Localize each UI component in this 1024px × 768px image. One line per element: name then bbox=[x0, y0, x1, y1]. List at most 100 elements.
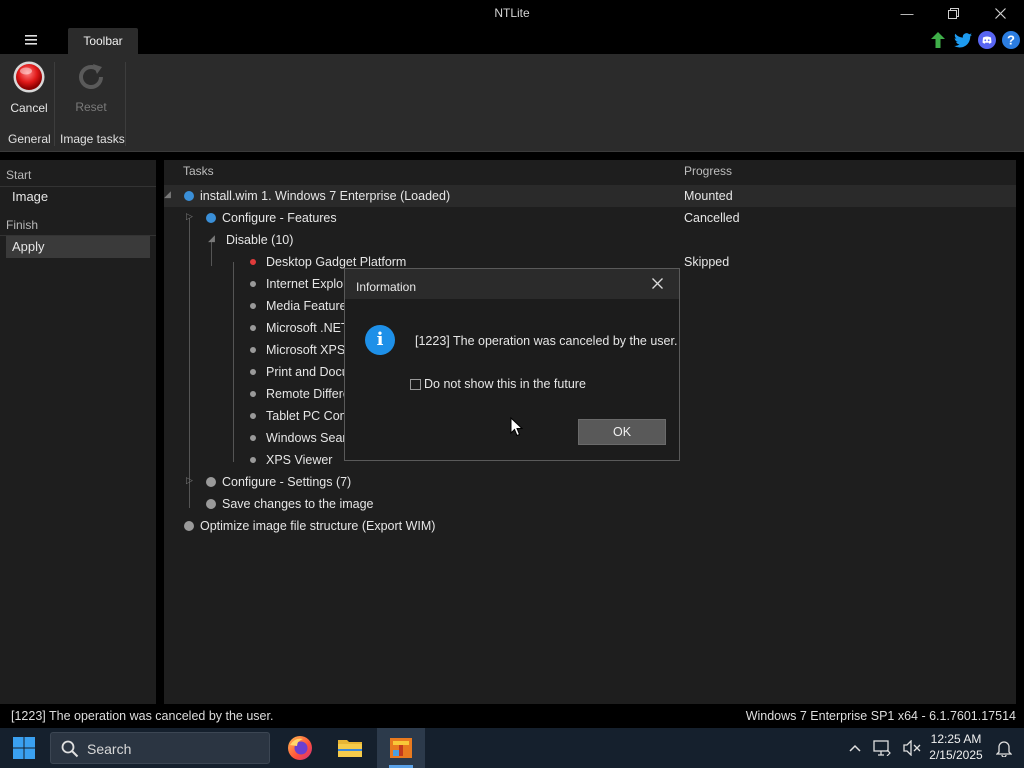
taskbar-firefox[interactable] bbox=[276, 728, 324, 768]
close-icon bbox=[652, 278, 663, 289]
status-dot-icon bbox=[250, 457, 256, 463]
sidebar-item-image[interactable]: Image bbox=[6, 186, 150, 208]
do-not-show-label[interactable]: Do not show this in the future bbox=[424, 377, 586, 391]
dialog-title: Information bbox=[356, 280, 417, 294]
close-icon bbox=[994, 7, 1006, 19]
notifications-button[interactable] bbox=[994, 738, 1014, 758]
sidebar-header-finish: Finish bbox=[6, 218, 39, 232]
status-dot-icon bbox=[250, 325, 256, 331]
title-bar: NTLite — bbox=[0, 0, 1024, 26]
task-label: XPS Viewer bbox=[266, 453, 333, 467]
sidebar-item-apply[interactable]: Apply bbox=[6, 236, 150, 258]
menu-button[interactable] bbox=[20, 32, 42, 48]
task-progress: Mounted bbox=[684, 189, 733, 203]
task-label: Media Features bbox=[266, 299, 353, 313]
taskbar: Search 12:25 AM 2/15/2025 bbox=[0, 728, 1024, 768]
status-dot-icon bbox=[250, 413, 256, 419]
search-icon bbox=[61, 740, 79, 758]
mouse-cursor-icon bbox=[510, 417, 523, 437]
status-dot-icon bbox=[206, 477, 216, 487]
restore-button[interactable] bbox=[930, 0, 976, 26]
windows-logo-icon bbox=[13, 737, 35, 759]
task-label: Desktop Gadget Platform bbox=[266, 255, 407, 269]
task-row[interactable]: ▷ Configure - Features Cancelled bbox=[164, 207, 1016, 229]
hamburger-icon bbox=[25, 35, 37, 45]
status-dot-icon bbox=[250, 369, 256, 375]
do-not-show-checkbox[interactable] bbox=[410, 379, 421, 390]
task-row[interactable]: ◢ install.wim 1. Windows 7 Enterprise (L… bbox=[164, 185, 1016, 207]
discord-button[interactable] bbox=[977, 30, 997, 50]
arrow-up-icon bbox=[931, 32, 945, 48]
network-icon bbox=[873, 740, 891, 756]
ribbon-tab-row: Toolbar ? bbox=[0, 26, 1024, 54]
task-label: Configure - Settings (7) bbox=[222, 475, 352, 489]
status-image-info: Windows 7 Enterprise SP1 x64 - 6.1.7601.… bbox=[745, 709, 1016, 723]
column-header-progress[interactable]: Progress bbox=[684, 164, 732, 178]
taskbar-ntlite[interactable] bbox=[377, 728, 425, 768]
task-label: Save changes to the image bbox=[222, 497, 374, 511]
expand-icon[interactable]: ▷ bbox=[186, 211, 193, 222]
restore-icon bbox=[947, 7, 959, 19]
cancel-button[interactable]: Cancel bbox=[1, 58, 57, 118]
tray-overflow-button[interactable] bbox=[845, 738, 865, 758]
reset-label: Reset bbox=[75, 100, 107, 114]
task-label: Disable (10) bbox=[226, 233, 294, 247]
status-dot-icon bbox=[206, 213, 216, 223]
tray-volume-button[interactable] bbox=[902, 738, 922, 758]
group-image-tasks-label: Image tasks bbox=[60, 132, 125, 146]
ok-button[interactable]: OK bbox=[578, 419, 666, 445]
firefox-icon bbox=[288, 736, 312, 760]
taskbar-file-explorer[interactable] bbox=[326, 728, 374, 768]
task-row[interactable]: ▷ Configure - Settings (7) bbox=[164, 471, 1016, 493]
taskbar-clock[interactable]: 12:25 AM 2/15/2025 bbox=[926, 731, 986, 763]
status-bar: [1223] The operation was canceled by the… bbox=[0, 704, 1024, 728]
dialog-close-button[interactable] bbox=[652, 273, 663, 294]
status-message: [1223] The operation was canceled by the… bbox=[11, 709, 274, 723]
discord-icon bbox=[978, 31, 996, 49]
task-progress: Skipped bbox=[684, 255, 730, 269]
minimize-icon: — bbox=[900, 5, 914, 21]
bell-icon bbox=[996, 741, 1012, 757]
ribbon-separator bbox=[54, 62, 55, 146]
help-icon: ? bbox=[1002, 31, 1020, 49]
task-row[interactable]: Optimize image file structure (Export WI… bbox=[164, 515, 1016, 537]
expand-icon[interactable]: ▷ bbox=[186, 475, 193, 486]
svg-text:?: ? bbox=[1007, 33, 1015, 48]
close-button[interactable] bbox=[977, 0, 1023, 26]
window-title: NTLite bbox=[494, 6, 530, 20]
column-header-tasks[interactable]: Tasks bbox=[183, 164, 214, 178]
update-button[interactable] bbox=[928, 30, 948, 50]
ribbon-separator bbox=[125, 62, 126, 146]
start-button[interactable] bbox=[0, 728, 48, 768]
tray-network-button[interactable] bbox=[872, 738, 892, 758]
stop-icon bbox=[13, 61, 45, 93]
group-general-label: General bbox=[8, 132, 51, 146]
collapse-icon[interactable]: ◢ bbox=[164, 189, 171, 200]
ribbon: Cancel Reset General Image tasks bbox=[0, 54, 1024, 152]
collapse-icon[interactable]: ◢ bbox=[208, 233, 215, 244]
reset-button[interactable]: Reset bbox=[63, 58, 119, 118]
task-label: Optimize image file structure (Export WI… bbox=[200, 519, 436, 533]
info-icon: i bbox=[365, 325, 395, 355]
status-dot-icon bbox=[250, 303, 256, 309]
dialog-message: [1223] The operation was canceled by the… bbox=[415, 334, 678, 348]
search-label: Search bbox=[87, 741, 132, 757]
task-label: install.wim 1. Windows 7 Enterprise (Loa… bbox=[200, 189, 451, 203]
twitter-button[interactable] bbox=[953, 30, 973, 50]
task-row[interactable]: ◢ Disable (10) bbox=[164, 229, 1016, 251]
taskbar-search[interactable]: Search bbox=[50, 732, 270, 764]
sidebar-header-start: Start bbox=[6, 168, 32, 182]
refresh-icon bbox=[79, 64, 103, 89]
task-progress: Cancelled bbox=[684, 211, 740, 225]
tab-toolbar[interactable]: Toolbar bbox=[68, 28, 138, 54]
task-row[interactable]: Save changes to the image bbox=[164, 493, 1016, 515]
clock-date: 2/15/2025 bbox=[929, 748, 983, 762]
status-dot-icon bbox=[206, 499, 216, 509]
clock-time: 12:25 AM bbox=[930, 732, 982, 746]
help-button[interactable]: ? bbox=[1001, 30, 1021, 50]
status-dot-icon bbox=[250, 391, 256, 397]
chevron-up-icon bbox=[849, 744, 861, 752]
status-dot-icon bbox=[250, 347, 256, 353]
minimize-button[interactable]: — bbox=[884, 0, 930, 26]
status-dot-icon bbox=[184, 521, 194, 531]
